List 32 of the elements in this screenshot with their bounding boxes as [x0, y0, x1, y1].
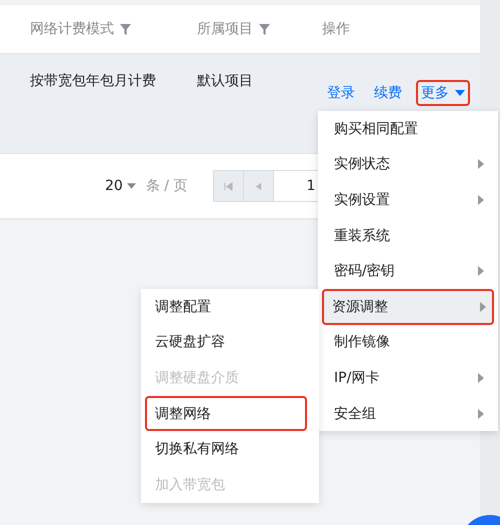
table-cell: 按带宽包年包月计费 — [30, 72, 156, 90]
menu-item[interactable]: 购买相同配置 — [318, 111, 498, 147]
filter-icon[interactable] — [120, 24, 131, 34]
caret-icon — [126, 183, 136, 189]
menu-item: 调整硬盘介质 — [154, 368, 240, 388]
table-cell: 默认项目 — [197, 72, 253, 90]
menu-item[interactable]: 实例状态 — [318, 146, 498, 182]
column-header: 所属项目 — [197, 20, 253, 38]
filter-icon[interactable] — [259, 24, 270, 34]
menu-item[interactable]: 云硬盘扩容 — [141, 324, 319, 360]
menu-item[interactable]: 密码/密钥 — [318, 253, 498, 289]
menu-item[interactable]: 实例设置 — [318, 182, 498, 218]
previous-page-icon — [254, 182, 264, 190]
menu-item[interactable]: 调整配置 — [141, 289, 319, 325]
menu-item[interactable]: 资源调整 — [322, 288, 494, 325]
page-size-select[interactable]: 20 — [105, 178, 136, 194]
menu-item[interactable]: 调整网络 — [145, 396, 307, 432]
menu-item[interactable]: 制作镜像 — [318, 324, 498, 360]
action-link[interactable]: 更多 — [416, 80, 470, 106]
menu-item[interactable]: IP/网卡 — [318, 360, 498, 396]
action-link[interactable]: 登录 — [322, 80, 360, 106]
first-page-button[interactable] — [214, 171, 244, 201]
caret-icon — [455, 90, 465, 96]
per-page-label: 条 / 页 — [146, 177, 188, 195]
action-link[interactable]: 续费 — [369, 80, 407, 106]
menu-item[interactable]: 安全组 — [318, 396, 498, 432]
column-header: 操作 — [322, 20, 350, 38]
first-page-icon — [224, 182, 234, 190]
menu-item[interactable]: 重装系统 — [318, 218, 498, 254]
menu-item[interactable]: 切换私有网络 — [141, 431, 319, 467]
menu-item: 加入带宽包 — [154, 476, 226, 495]
column-header: 网络计费模式 — [30, 20, 114, 38]
